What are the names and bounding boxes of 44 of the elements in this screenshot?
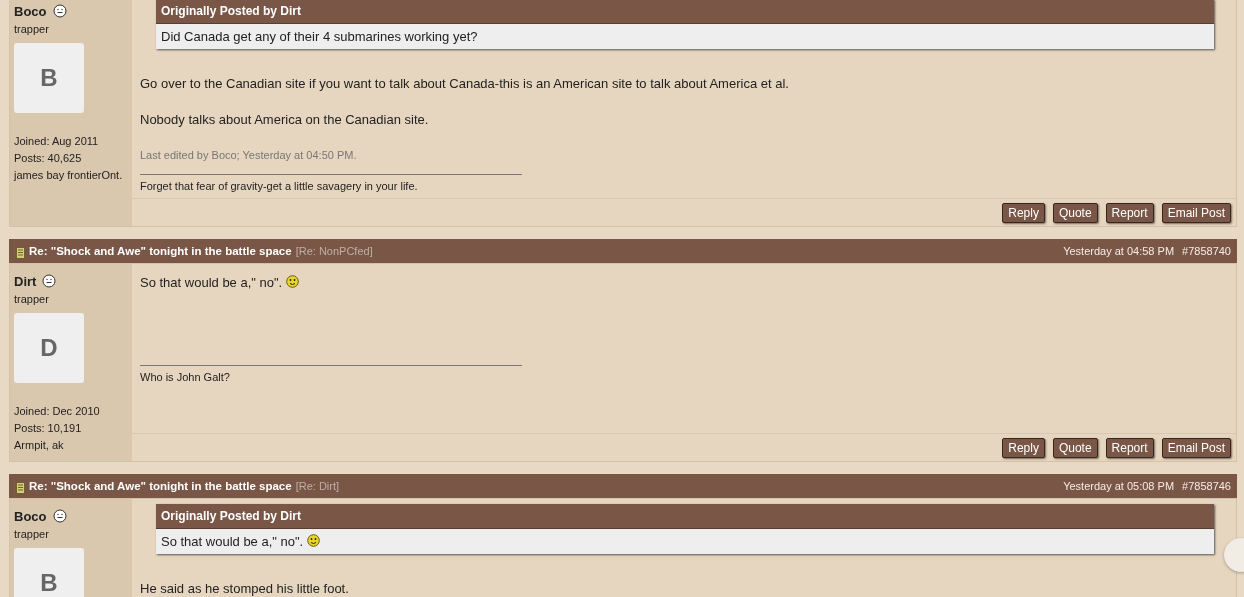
user-post-count: Posts: 10,191 [14, 422, 83, 434]
post-date: Yesterday at 04:58 PM [1063, 245, 1175, 257]
username[interactable]: Boco [14, 508, 47, 524]
quote-text: Did Canada get any of their 4 submarines working yet? [156, 23, 1214, 49]
user-location: Armpit, ak [14, 439, 65, 451]
reply-to-label: [Re: NonPCfed] [295, 245, 373, 257]
user-post-count: Posts: 40,625 [14, 152, 83, 164]
user-title: trapper [14, 528, 50, 540]
quote-text: So that would be a," no". [156, 528, 1214, 554]
user-joined: Joined: Aug 2011 [14, 135, 100, 147]
reply-button[interactable]: Reply [1002, 203, 1045, 223]
username[interactable]: Boco [14, 3, 47, 19]
quote-header: Originally Posted by Dirt [156, 504, 1214, 528]
document-icon [16, 246, 25, 259]
email-button[interactable]: Email Post [1161, 203, 1231, 223]
quote-button[interactable]: Quote [1052, 203, 1098, 223]
edited-note: Last edited by Boco; Yesterday at 04:50 PM. [140, 149, 358, 161]
user-title: trapper [14, 293, 50, 305]
report-button[interactable]: Report [1105, 203, 1154, 223]
signature: Forget that fear of gravity-get a little savagery in your life. [140, 180, 419, 192]
email-button[interactable]: Email Post [1161, 438, 1231, 458]
report-button[interactable]: Report [1105, 438, 1154, 458]
avatar[interactable]: D [14, 313, 84, 383]
user-joined: Joined: Dec 2010 [14, 405, 101, 417]
username[interactable]: Dirt [14, 273, 37, 289]
reply-button[interactable]: Reply [1002, 438, 1045, 458]
post-number[interactable]: #7858746 [1182, 480, 1231, 492]
reply-to-label: [Re: Dirt] [295, 480, 340, 492]
post-text: Nobody talks about America on the Canadian site. [140, 112, 429, 127]
post-date: Yesterday at 05:08 PM [1063, 480, 1175, 492]
post-title[interactable]: Re: "Shock and Awe" tonight in the battle space [29, 245, 292, 257]
post-number[interactable]: #7858740 [1182, 245, 1231, 257]
user-location: james bay frontierOnt. [14, 169, 124, 181]
post-text: He said as he stomped his little foot. [140, 581, 349, 596]
user-title: trapper [14, 23, 50, 35]
avatar[interactable]: B [14, 43, 84, 113]
quote-button[interactable]: Quote [1052, 438, 1098, 458]
post-text: Go over to the Canadian site if you want to talk about Canada-this is an American site to talk about America et al. [140, 76, 789, 91]
quote-header: Originally Posted by Dirt [156, 0, 1214, 23]
document-icon [16, 481, 25, 494]
post-text: So that would be a," no". [140, 275, 283, 290]
signature: Who is John Galt? [140, 371, 231, 383]
avatar[interactable]: B [14, 548, 84, 597]
post-title[interactable]: Re: "Shock and Awe" tonight in the battle space [29, 480, 292, 492]
